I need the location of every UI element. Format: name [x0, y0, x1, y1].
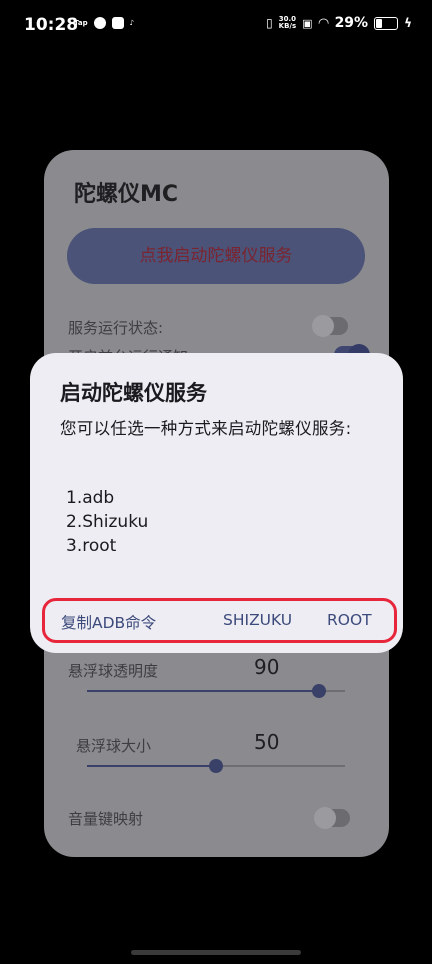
- start-service-dialog: 启动陀螺仪服务 您可以任选一种方式来启动陀螺仪服务: 1.adb 2.Shizu…: [30, 353, 403, 653]
- status-bar: 10:28 Tap ♪ ▯ 30.0 KB/s ▣ ◠ 29% ϟ: [0, 0, 432, 52]
- service-status-label: 服务运行状态:: [68, 319, 164, 337]
- navigation-bar[interactable]: [131, 950, 301, 955]
- sim-icon: ▣: [302, 16, 313, 30]
- opacity-value: 90: [254, 655, 280, 679]
- mail-icon: [111, 17, 124, 29]
- option-root: 3.root: [66, 536, 117, 556]
- size-slider-thumb[interactable]: [209, 759, 223, 773]
- battery-percent: 29%: [334, 15, 369, 31]
- opacity-slider[interactable]: [87, 684, 345, 698]
- dialog-actions-highlight: 复制ADB命令 SHIZUKU ROOT: [42, 598, 397, 643]
- start-service-button[interactable]: 点我启动陀螺仪服务: [67, 228, 365, 284]
- notification-icons: Tap ♪: [74, 17, 134, 29]
- opacity-slider-fill: [87, 690, 320, 692]
- size-slider-fill: [87, 765, 216, 767]
- service-status-toggle[interactable]: [312, 315, 348, 337]
- copy-adb-command-button[interactable]: 复制ADB命令: [61, 611, 156, 633]
- tiktok-icon: ♪: [129, 19, 135, 27]
- vibrate-icon: ▯: [266, 16, 273, 30]
- battery-icon: [374, 16, 399, 30]
- volume-key-toggle[interactable]: [314, 807, 350, 829]
- volume-key-label: 音量键映射: [68, 810, 144, 828]
- tap-icon: Tap: [74, 19, 88, 27]
- app-title: 陀螺仪MC: [74, 182, 179, 207]
- wifi-icon: ◠: [318, 15, 329, 31]
- speed-unit: KB/s: [278, 22, 297, 30]
- option-shizuku: 2.Shizuku: [66, 512, 149, 532]
- start-service-label: 点我启动陀螺仪服务: [139, 246, 293, 266]
- option-adb: 1.adb: [66, 488, 115, 508]
- status-right: ▯ 30.0 KB/s ▣ ◠ 29% ϟ: [266, 15, 412, 31]
- charging-icon: ϟ: [404, 16, 412, 30]
- size-value: 50: [254, 730, 280, 754]
- opacity-label: 悬浮球透明度: [68, 662, 159, 680]
- dialog-title: 启动陀螺仪服务: [60, 381, 207, 405]
- network-speed: 30.0 KB/s: [279, 16, 296, 30]
- status-time: 10:28: [24, 15, 79, 35]
- swirl-app-icon: [93, 17, 106, 29]
- size-slider[interactable]: [87, 759, 345, 773]
- dialog-message: 您可以任选一种方式来启动陀螺仪服务:: [60, 419, 352, 438]
- root-button[interactable]: ROOT: [327, 611, 372, 629]
- size-label: 悬浮球大小: [76, 737, 152, 755]
- opacity-slider-thumb[interactable]: [312, 684, 327, 698]
- shizuku-button[interactable]: SHIZUKU: [223, 611, 292, 629]
- dialog-options: 1.adb 2.Shizuku 3.root: [66, 486, 148, 558]
